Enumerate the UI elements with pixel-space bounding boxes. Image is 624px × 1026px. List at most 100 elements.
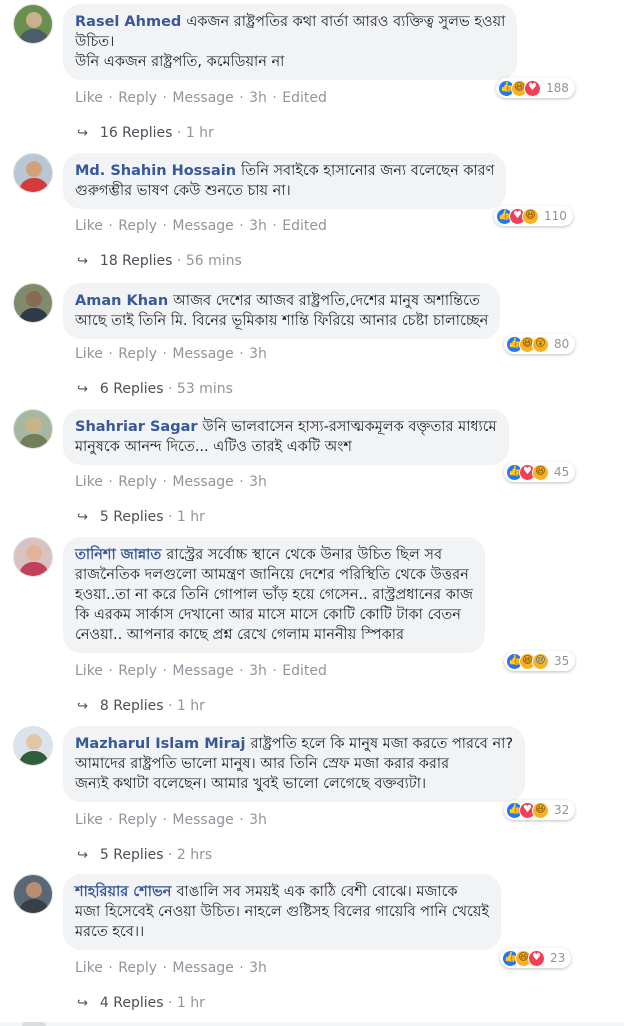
view-replies-link[interactable]: 6 Replies (100, 381, 164, 397)
comment-author-link[interactable]: Mazharul Islam Miraj (75, 736, 246, 752)
comment-text-line: মজা হিসেবেই নেওয়া উচিত। নাহলে গুষ্টিসহ … (75, 902, 489, 922)
reply-link[interactable]: Reply (118, 812, 157, 828)
avatar-head (26, 12, 42, 28)
reply-link[interactable]: Reply (118, 346, 157, 362)
message-link[interactable]: Message (172, 812, 233, 828)
comment-author-link[interactable]: Md. Shahin Hossain (75, 163, 236, 179)
separator: · (162, 474, 167, 490)
reply-arrow-icon: ↪ (77, 848, 88, 863)
view-replies-link[interactable]: 5 Replies (100, 509, 164, 525)
comment-text-line: শাহরিয়ার শোভন বাঙালি সব সময়ই এক কাঠি বে… (75, 882, 489, 902)
comment-timestamp[interactable]: 3h (249, 663, 267, 679)
replies-row[interactable]: ↪ 5 Replies · 1 hr (77, 509, 205, 525)
replies-time: 1 hr (176, 698, 205, 714)
edited-label[interactable]: Edited (282, 90, 327, 106)
reply-link[interactable]: Reply (118, 90, 157, 106)
separator: · (239, 90, 244, 106)
separator: · (162, 960, 167, 976)
view-replies-link[interactable]: 18 Replies (100, 253, 173, 269)
comment-text: উচিত। (75, 34, 115, 50)
reaction-count: 23 (550, 951, 566, 965)
like-link[interactable]: Like (75, 346, 103, 362)
message-link[interactable]: Message (172, 960, 233, 976)
view-replies-link[interactable]: 4 Replies (100, 995, 164, 1011)
reply-link[interactable]: Reply (118, 663, 157, 679)
reaction-summary[interactable]: 👍 😆 ♥ 23 (500, 948, 572, 968)
reply-link[interactable]: Reply (118, 218, 157, 234)
reply-arrow-icon: ↪ (77, 382, 88, 397)
view-replies-link[interactable]: 16 Replies (100, 125, 173, 141)
like-link[interactable]: Like (75, 474, 103, 490)
comment-timestamp[interactable]: 3h (249, 474, 267, 490)
comment-text: নেওয়া.. আপনার কাছে প্রশ্ন রেখে গেলাম মা… (75, 627, 404, 643)
replies-row[interactable]: ↪ 16 Replies · 1 hr (77, 125, 214, 141)
comment-timestamp[interactable]: 3h (249, 90, 267, 106)
comment-timestamp[interactable]: 3h (249, 960, 267, 976)
message-link[interactable]: Message (172, 346, 233, 362)
reaction-summary[interactable]: 👍 ♥ 😆 110 (494, 206, 573, 226)
reaction-count: 32 (554, 803, 570, 817)
like-link[interactable]: Like (75, 90, 103, 106)
comment-author-link[interactable]: তানিশা জান্নাত (75, 547, 161, 563)
comment-text-line: কি এরকম সার্কাস দেখানো আর মাসে মাসে কোটি… (75, 605, 473, 625)
avatar-body (19, 308, 49, 322)
separator: · (162, 663, 167, 679)
separator: · (108, 812, 113, 828)
avatar-body (19, 751, 49, 765)
view-replies-link[interactable]: 5 Replies (100, 847, 164, 863)
comment-text: মজা হিসেবেই নেওয়া উচিত। নাহলে গুষ্টিসহ … (75, 904, 489, 920)
avatar[interactable] (13, 726, 53, 766)
comment-timestamp[interactable]: 3h (249, 812, 267, 828)
like-link[interactable]: Like (75, 663, 103, 679)
avatar[interactable] (13, 283, 53, 323)
avatar[interactable] (13, 409, 53, 449)
separator: · (162, 218, 167, 234)
comment-text: তিনি সবাইকে হাসানোর জন্য বলেছেন কারণ (241, 163, 495, 179)
comment-author-link[interactable]: Aman Khan (75, 293, 168, 309)
like-link[interactable]: Like (75, 960, 103, 976)
comment-actions: Like · Reply · Message · 3h (75, 346, 267, 362)
edited-label[interactable]: Edited (282, 218, 327, 234)
like-link[interactable]: Like (75, 812, 103, 828)
avatar-body (19, 178, 49, 192)
reply-link[interactable]: Reply (118, 474, 157, 490)
edited-label[interactable]: Edited (282, 663, 327, 679)
message-link[interactable]: Message (172, 663, 233, 679)
reply-link[interactable]: Reply (118, 960, 157, 976)
reaction-summary[interactable]: 👍 ♥ 😆 32 (504, 800, 576, 820)
message-link[interactable]: Message (172, 90, 233, 106)
replies-row[interactable]: ↪ 5 Replies · 2 hrs (77, 847, 212, 863)
replies-row[interactable]: ↪ 4 Replies · 1 hr (77, 995, 205, 1011)
comment-timestamp[interactable]: 3h (249, 218, 267, 234)
avatar[interactable] (13, 4, 53, 44)
haha-reaction-icon: 😆 (532, 801, 549, 819)
separator: · (168, 381, 173, 397)
reaction-summary[interactable]: 👍 😆 😮 80 (504, 334, 576, 354)
reaction-summary[interactable]: 👍 ♥ 😆 45 (504, 462, 576, 482)
message-link[interactable]: Message (172, 218, 233, 234)
comment-bubble: তানিশা জান্নাত রাস্ট্রের সর্বোচ্চ স্থানে … (63, 537, 486, 653)
replies-row[interactable]: ↪ 8 Replies · 1 hr (77, 698, 205, 714)
comment-text: আছে তাই তিনি মি. বিনের ভূমিকায় শান্তি ফ… (75, 313, 489, 329)
reaction-summary[interactable]: 👍 😆 ♥ 188 (496, 78, 575, 98)
avatar[interactable] (13, 874, 53, 914)
comment-text: রাষ্ট্রপতি হলে কি মানুষ মজা করতে পারবে ন… (250, 736, 514, 752)
message-link[interactable]: Message (172, 474, 233, 490)
comment-timestamp[interactable]: 3h (249, 346, 267, 362)
replies-row[interactable]: ↪ 18 Replies · 56 mins (77, 253, 242, 269)
comment-author-link[interactable]: Rasel Ahmed (75, 14, 181, 30)
comment-author-link[interactable]: Shahriar Sagar (75, 419, 198, 435)
like-link[interactable]: Like (75, 218, 103, 234)
replies-row[interactable]: ↪ 6 Replies · 53 mins (77, 381, 233, 397)
avatar[interactable] (13, 153, 53, 193)
comment-text-line: Shahriar Sagar উনি ভালবাসেন হাস্য-রসাত্মক… (75, 417, 497, 437)
comment-author-link[interactable]: শাহরিয়ার শোভন (75, 884, 171, 900)
comment-text-line: হওয়া..তা না করে তিনি গোপাল ভাঁড় হয়ে গ… (75, 585, 473, 605)
comment-text-line: Md. Shahin Hossain তিনি সবাইকে হাসানোর জন… (75, 161, 494, 181)
view-replies-link[interactable]: 8 Replies (100, 698, 164, 714)
avatar[interactable] (13, 537, 53, 577)
separator: · (168, 509, 173, 525)
replies-time: 1 hr (185, 125, 214, 141)
reaction-summary[interactable]: 👍 😆 😢 35 (504, 651, 576, 671)
comment-text: আমাদের রাষ্ট্রপতি ভালো মানুষ। আর তিনি স্… (75, 756, 450, 772)
